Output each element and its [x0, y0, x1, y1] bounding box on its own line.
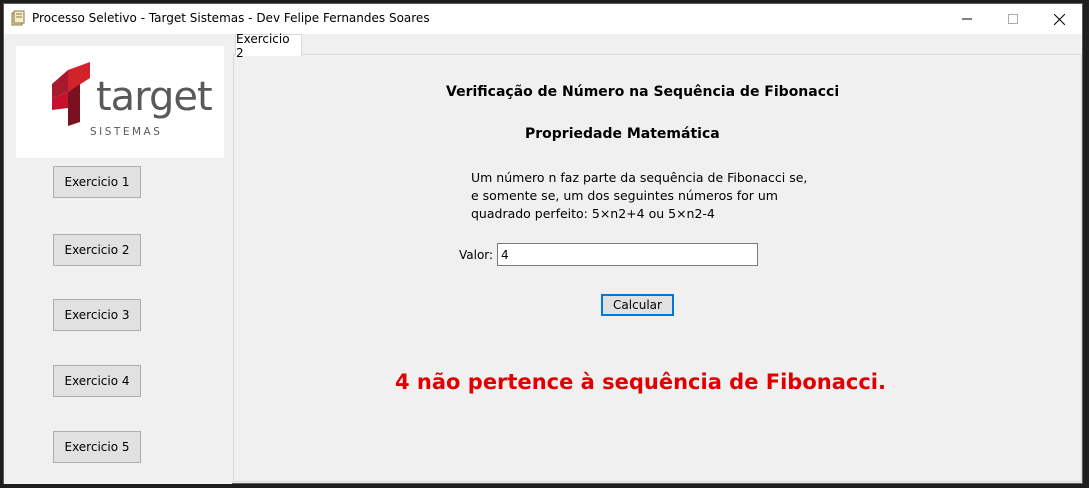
maximize-button[interactable] — [990, 4, 1036, 34]
title-bar[interactable]: Processo Seletivo - Target Sistemas - De… — [4, 4, 1082, 34]
window-title: Processo Seletivo - Target Sistemas - De… — [32, 11, 430, 25]
valor-label: Valor: — [459, 248, 494, 262]
exercicio-1-button[interactable]: Exercicio 1 — [53, 166, 141, 198]
exercicio-3-button[interactable]: Exercicio 3 — [53, 299, 141, 331]
target-logo-mark-icon — [52, 62, 90, 126]
tab-exercicio-2[interactable]: Exercicio 2 — [235, 32, 302, 60]
sidebar: target SISTEMAS Exercicio 1 Exercicio 2 … — [4, 34, 232, 484]
logo-brand-text: target — [96, 74, 213, 120]
minimize-icon — [962, 18, 972, 20]
exercicio-5-button[interactable]: Exercicio 5 — [53, 431, 141, 463]
description-line: e somente se, um dos seguintes números f… — [471, 188, 778, 203]
exercicio-2-button[interactable]: Exercicio 2 — [53, 234, 141, 266]
maximize-icon — [1008, 14, 1018, 24]
target-logo: target SISTEMAS — [16, 46, 224, 158]
description-line: Um número n faz parte da sequência de Fi… — [471, 170, 808, 185]
close-button[interactable] — [1036, 4, 1082, 34]
logo-tagline: SISTEMAS — [90, 126, 163, 138]
minimize-button[interactable] — [944, 4, 990, 34]
exercicio-4-button[interactable]: Exercicio 4 — [53, 365, 141, 397]
valor-input[interactable] — [497, 243, 758, 266]
calcular-button[interactable]: Calcular — [601, 294, 674, 316]
description-line: quadrado perfeito: 5×n2+4 ou 5×n2-4 — [471, 206, 715, 221]
result-message: 4 não pertence à sequência de Fibonacci. — [395, 370, 886, 394]
app-window: Processo Seletivo - Target Sistemas - De… — [3, 3, 1083, 484]
page-subtitle: Propriedade Matemática — [525, 126, 720, 142]
close-icon — [1053, 13, 1065, 25]
app-folder-icon — [10, 10, 26, 26]
page-title: Verificação de Número na Sequência de Fi… — [446, 84, 840, 100]
tab-page-exercicio-2: Verificação de Número na Sequência de Fi… — [233, 54, 1082, 482]
description-text: Um número n faz parte da sequência de Fi… — [471, 169, 807, 223]
